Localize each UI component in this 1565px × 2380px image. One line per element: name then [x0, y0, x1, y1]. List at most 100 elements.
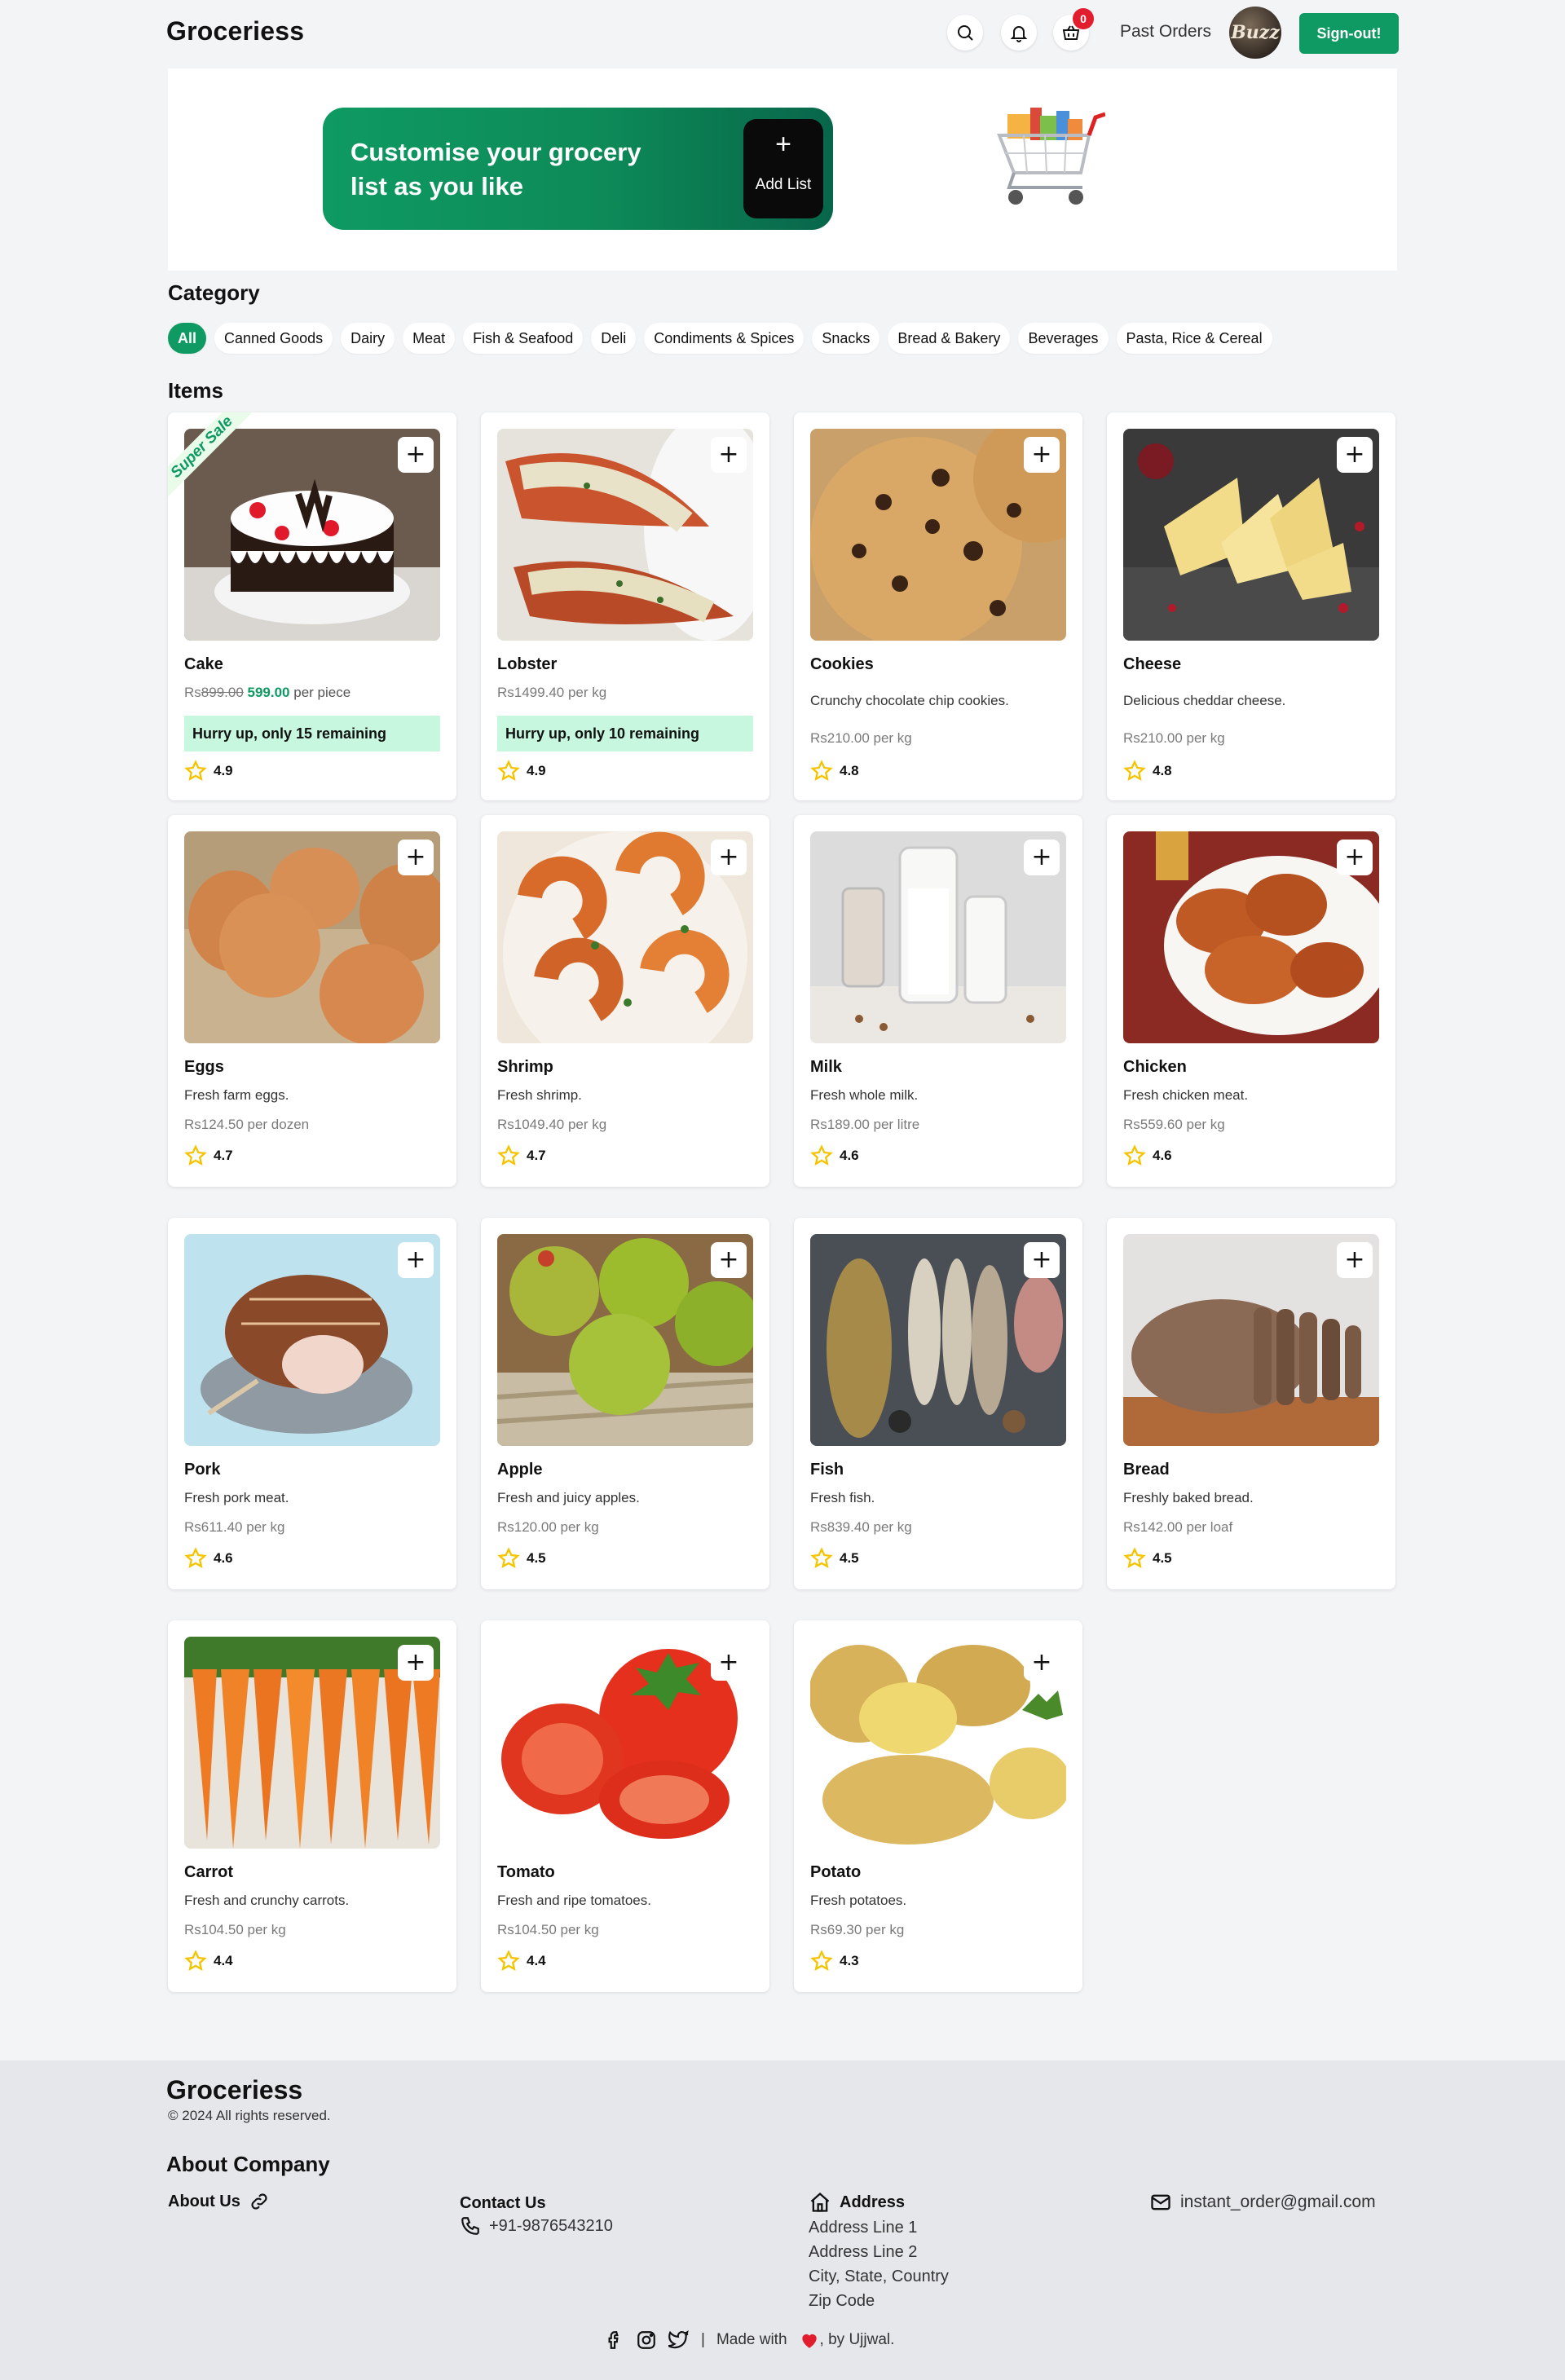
product-name: Shrimp	[497, 1058, 553, 1076]
product-name: Fish	[810, 1461, 844, 1479]
product-card-milk[interactable]: + Milk Fresh whole milk. Rs189.00 per li…	[794, 815, 1082, 1187]
address-zip: Zip Code	[809, 2292, 875, 2310]
search-button[interactable]	[947, 15, 983, 51]
product-name: Tomato	[497, 1863, 555, 1881]
product-price: Rs559.60 per kg	[1123, 1117, 1225, 1132]
add-to-cart-button[interactable]: +	[711, 1645, 747, 1681]
about-company-heading: About Company	[166, 2152, 330, 2176]
add-to-cart-button[interactable]: +	[711, 437, 747, 473]
product-card-potato[interactable]: + Potato Fresh potatoes. Rs69.30 per kg …	[794, 1620, 1082, 1992]
product-card-cake[interactable]: Super Sale + Cake Rs899.00 599.00 per pi…	[168, 412, 456, 800]
sign-out-button[interactable]: Sign-out!	[1299, 13, 1399, 54]
category-chip-condiments-spices[interactable]: Condiments & Spices	[644, 323, 805, 354]
email-link[interactable]: instant_order@gmail.com	[1149, 2191, 1376, 2214]
rating-value: 4.6	[1153, 1148, 1172, 1163]
cart-button[interactable]: 0	[1053, 8, 1094, 51]
add-to-cart-button[interactable]: +	[1337, 437, 1373, 473]
items-heading: Items	[168, 378, 223, 403]
top-nav: Groceriess 0 Past Orders Buzz Sign-out!	[0, 0, 1565, 65]
product-name: Apple	[497, 1461, 543, 1479]
product-price: Rs104.50 per kg	[184, 1922, 286, 1937]
product-card-shrimp[interactable]: + Shrimp Fresh shrimp. Rs1049.40 per kg …	[481, 815, 769, 1187]
product-card-carrot[interactable]: + Carrot Fresh and crunchy carrots. Rs10…	[168, 1620, 456, 1992]
add-to-cart-button[interactable]: +	[711, 1242, 747, 1278]
product-rating: 4.4	[497, 1950, 546, 1972]
category-chip-meat[interactable]: Meat	[403, 323, 456, 354]
add-to-cart-button[interactable]: +	[1024, 1645, 1060, 1681]
product-card-apple[interactable]: + Apple Fresh and juicy apples. Rs120.00…	[481, 1218, 769, 1589]
facebook-icon[interactable]	[603, 2329, 624, 2351]
category-chip-fish-seafood[interactable]: Fish & Seafood	[463, 323, 584, 354]
star-icon	[497, 1950, 520, 1971]
category-chip-snacks[interactable]: Snacks	[812, 323, 880, 354]
product-price: Rs120.00 per kg	[497, 1519, 599, 1535]
category-chip-dairy[interactable]: Dairy	[341, 323, 395, 354]
add-to-cart-button[interactable]: +	[1024, 840, 1060, 875]
past-orders-link[interactable]: Past Orders	[1120, 22, 1211, 42]
category-filter-bar: All Canned Goods Dairy Meat Fish & Seafo…	[168, 323, 1399, 354]
product-rating: 4.9	[184, 760, 233, 782]
phone-link[interactable]: +91-9876543210	[460, 2215, 613, 2237]
phone-number: +91-9876543210	[489, 2216, 613, 2235]
twitter-icon[interactable]	[668, 2329, 690, 2351]
product-card-eggs[interactable]: + Eggs Fresh farm eggs. Rs124.50 per doz…	[168, 815, 456, 1187]
product-card-cheese[interactable]: + Cheese Delicious cheddar cheese. Rs210…	[1107, 412, 1395, 800]
product-card-chicken[interactable]: + Chicken Fresh chicken meat. Rs559.60 p…	[1107, 815, 1395, 1187]
product-name: Cookies	[810, 655, 874, 673]
product-card-fish[interactable]: + Fish Fresh fish. Rs839.40 per kg 4.5	[794, 1218, 1082, 1589]
add-to-cart-button[interactable]: +	[1024, 437, 1060, 473]
notifications-button[interactable]	[1001, 15, 1037, 51]
product-description: Delicious cheddar cheese.	[1123, 693, 1286, 708]
product-card-pork[interactable]: + Pork Fresh pork meat. Rs611.40 per kg …	[168, 1218, 456, 1589]
link-icon	[251, 2193, 267, 2210]
about-us-link[interactable]: About Us	[168, 2191, 270, 2212]
add-to-cart-button[interactable]: +	[398, 1645, 434, 1681]
plus-icon: +	[775, 129, 791, 160]
product-price: Rs210.00 per kg	[810, 730, 912, 746]
product-rating: 4.8	[1123, 760, 1172, 782]
add-list-button[interactable]: + Add List	[743, 119, 823, 218]
avatar[interactable]: Buzz	[1229, 7, 1281, 59]
mail-icon	[1151, 2194, 1170, 2210]
add-to-cart-button[interactable]: +	[1337, 1242, 1373, 1278]
price-unit: per piece	[293, 685, 351, 700]
author-credit: , by Ujjwal.	[819, 2331, 895, 2348]
about-us-label: About Us	[168, 2192, 240, 2210]
copyright-text: © 2024 All rights reserved.	[168, 2108, 331, 2123]
product-card-lobster[interactable]: + Lobster Rs1499.40 per kg Hurry up, onl…	[481, 412, 769, 800]
address-title: Address	[840, 2193, 906, 2211]
product-card-bread[interactable]: + Bread Freshly baked bread. Rs142.00 pe…	[1107, 1218, 1395, 1589]
made-with-text: Made with	[716, 2331, 787, 2348]
add-to-cart-button[interactable]: +	[1024, 1242, 1060, 1278]
add-to-cart-button[interactable]: +	[711, 840, 747, 875]
product-name: Eggs	[184, 1058, 224, 1076]
category-chip-beverages[interactable]: Beverages	[1018, 323, 1109, 354]
add-to-cart-button[interactable]: +	[398, 1242, 434, 1278]
category-chip-deli[interactable]: Deli	[591, 323, 637, 354]
stock-alert: Hurry up, only 15 remaining	[184, 716, 440, 751]
shopping-cart-illustration	[997, 108, 1105, 205]
add-to-cart-button[interactable]: +	[1337, 840, 1373, 875]
email-address: instant_order@gmail.com	[1180, 2193, 1376, 2211]
add-to-cart-button[interactable]: +	[398, 840, 434, 875]
category-chip-canned-goods[interactable]: Canned Goods	[214, 323, 333, 354]
product-name: Pork	[184, 1461, 221, 1479]
brand-logo[interactable]: Groceriess	[166, 16, 304, 46]
product-card-tomato[interactable]: + Tomato Fresh and ripe tomatoes. Rs104.…	[481, 1620, 769, 1992]
instagram-icon[interactable]	[636, 2329, 657, 2351]
add-to-cart-button[interactable]: +	[398, 437, 434, 473]
product-price: Rs142.00 per loaf	[1123, 1519, 1233, 1535]
category-chip-all[interactable]: All	[168, 323, 207, 354]
rating-value: 4.4	[214, 1953, 233, 1968]
rating-value: 4.6	[840, 1148, 859, 1163]
product-rating: 4.6	[1123, 1144, 1172, 1167]
category-chip-bread-bakery[interactable]: Bread & Bakery	[888, 323, 1011, 354]
product-card-cookies[interactable]: + Cookies Crunchy chocolate chip cookies…	[794, 412, 1082, 800]
product-rating: 4.8	[810, 760, 859, 782]
product-name: Chicken	[1123, 1058, 1187, 1076]
star-icon	[810, 760, 833, 781]
address-heading: Address	[809, 2191, 905, 2214]
category-chip-pasta-rice-cereal[interactable]: Pasta, Rice & Cereal	[1116, 323, 1272, 354]
star-icon	[810, 1950, 833, 1971]
product-rating: 4.7	[497, 1144, 546, 1167]
